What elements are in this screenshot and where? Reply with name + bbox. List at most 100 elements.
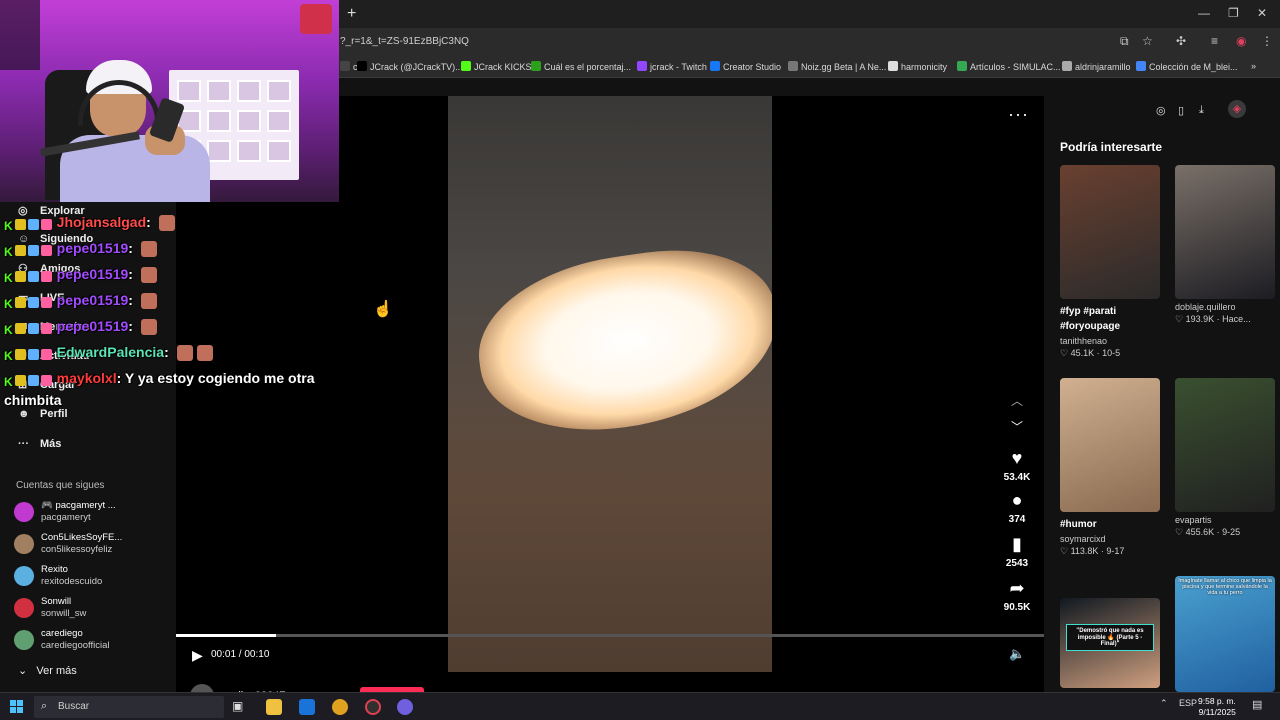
restore-icon[interactable]: ❐ [1228,6,1239,20]
bookmark-favicon-icon [888,61,898,71]
minimize-icon[interactable]: — [1198,6,1210,20]
like-count: 53.4K [1003,472,1031,483]
bookmark-favicon-icon [357,61,367,71]
nav-item-label: Perfil [40,408,68,420]
profile-icon: ☻ [18,408,30,420]
discord-icon[interactable] [397,699,413,715]
nav-item-más[interactable]: ··· Más [18,438,61,450]
notifications-icon[interactable]: ▤ [1252,698,1262,711]
bookmark-item[interactable]: Colección de M_blei... [1136,61,1238,72]
chat-message: Kpepe01519: [4,240,157,260]
ver-mas-link[interactable]: ⌄ Ver más [18,664,77,677]
taskbar-search[interactable]: ⌕ Buscar [34,696,224,718]
previous-video-icon[interactable]: ︿ [1011,392,1023,409]
tray-chevron-icon[interactable]: ⌃ [1160,698,1168,709]
device-icon[interactable]: ▯ [1178,104,1184,117]
video-progress-bar[interactable] [176,634,1044,637]
user-avatar-icon[interactable]: ◈ [1228,100,1246,118]
live-stream-icon[interactable]: ◎ [1156,104,1166,117]
recommended-video-card[interactable]: doblaje.quillero ♡ 193.9K · Hace... [1175,165,1275,325]
chat-message: K Jhojansalgad: [4,214,175,233]
thumbnail-caption: Imagínate llamar al chico que limpia la … [1178,578,1272,596]
recommended-video-card[interactable]: evapartis ♡ 455.6K · 9-25 [1175,378,1275,538]
video-progress-fill [176,634,276,637]
close-icon[interactable]: ✕ [1257,6,1267,20]
bookmark-favicon-icon [1136,61,1146,71]
windows-taskbar: ⌕ Buscar ▣ ⌃ ESP 9:58 p. m. 9/11/2025 ▤ [0,692,1280,720]
system-clock[interactable]: 9:58 p. m. 9/11/2025 [1198,696,1236,718]
bookmark-item[interactable]: harmonicity [888,61,947,72]
url-field[interactable]: ?_r=1&_t=ZS-91EzBBjC3NQ [340,36,469,47]
bookmark-item[interactable]: JCrack (@JCrackTV)... [357,61,463,72]
chat-separator: : [146,214,151,230]
kick-badge-icon: K [4,245,13,260]
card-likes-date: ♡ 113.8K · 9-17 [1060,546,1125,556]
profile-avatar-icon[interactable]: ◉ [1236,34,1246,48]
file-explorer-icon[interactable] [266,699,282,715]
kick-badge-icon: K [4,297,13,312]
bookmark-item[interactable]: Noiz.gg Beta | A Ne... [788,61,886,72]
chat-badges: K [4,293,54,312]
video-thumbnail [1175,165,1275,299]
outlook-icon[interactable] [299,699,315,715]
more-options-icon[interactable]: ··· [1008,104,1029,125]
emote-icon [140,319,157,336]
task-view-icon[interactable]: ▣ [232,699,248,715]
bookmark-item[interactable]: Cuál es el porcentaj... [531,61,631,72]
more-bookmarks-icon[interactable]: » [1251,61,1256,71]
windows-start-icon[interactable] [10,700,23,713]
card-caption: #fyp #parati #foryoupage [1060,306,1121,332]
more-icon: ··· [18,438,29,450]
card-likes-date: ♡ 193.9K · Hace... [1175,314,1251,324]
save-count: 2543 [1005,558,1029,569]
sub-badge-icon [14,297,26,309]
chrome-icon[interactable] [332,699,348,715]
save-button[interactable]: ▮ 2543 [1000,534,1034,569]
bookmark-item[interactable]: Creator Studio [710,61,781,72]
card-username: evapartis [1175,515,1212,525]
share-button[interactable]: ➦ 90.5K [1000,578,1034,613]
new-tab-button[interactable]: + [347,5,356,23]
like-button[interactable]: ♥ 53.4K [1000,448,1034,483]
account-name: carediego [41,628,83,639]
bookmark-item[interactable]: jcrack - Twitch [637,61,707,72]
install-app-icon[interactable]: ⧉ [1120,34,1129,49]
recommended-video-card[interactable]: #humor soymarcixd ♡ 113.8K · 9-17 [1060,378,1160,557]
recommended-video-card[interactable]: #fyp #parati #foryoupage tanithhenao ♡ 45.… [1060,165,1160,359]
download-icon[interactable]: ⤓ [1199,104,1204,117]
video-frame[interactable] [448,96,772,672]
volume-icon[interactable]: 🔈 [1009,646,1025,662]
sub-badge-icon [27,245,39,257]
sub-badge-icon [40,219,52,231]
bookmark-item[interactable]: JCrack KICKS [461,61,532,72]
sub-badge-icon [40,323,52,335]
card-username: doblaje.quillero [1175,302,1236,312]
card-likes-date: ♡ 45.1K · 10-5 [1060,348,1121,358]
recommended-video-card[interactable]: "Demostró que nada es imposible 🔥 (Parte… [1060,598,1160,688]
chat-message: Kpepe01519: [4,266,157,285]
extensions-icon[interactable]: ✣ [1176,34,1186,48]
comment-icon: ● [1011,490,1023,510]
recommended-video-card[interactable]: Imagínate llamar al chico que limpia la … [1175,576,1275,692]
video-thumbnail: Imagínate llamar al chico que limpia la … [1175,576,1275,692]
account-handle: con5likessoyfeliz [41,544,113,555]
chat-username: EdwardPalencia [56,344,165,360]
nav-item-perfil[interactable]: ☻ Perfil [18,408,68,420]
clock-time: 9:58 p. m. [1198,696,1236,706]
bookmark-star-icon[interactable]: ☆ [1142,34,1153,48]
reading-list-icon[interactable]: ≡ [1211,34,1218,48]
bookmark-item[interactable]: Artículos - SIMULAC... [957,61,1061,72]
language-indicator[interactable]: ESP [1179,698,1197,708]
bookmark-item[interactable]: aldrinjaramillo [1062,61,1131,72]
next-video-icon[interactable]: ﹀ [1011,418,1023,435]
chat-separator: : [116,370,122,386]
account-name: Rexito [41,564,68,575]
chat-separator: : [128,318,133,334]
kebab-menu-icon[interactable]: ⋮ [1261,34,1273,48]
chat-message-continuation: chimbita [4,392,62,408]
avatar [14,630,34,650]
bookmark-favicon-icon [788,61,798,71]
comment-button[interactable]: ● 374 [1000,490,1034,525]
obs-icon[interactable] [365,699,381,715]
play-icon[interactable]: ▶ [192,647,203,664]
